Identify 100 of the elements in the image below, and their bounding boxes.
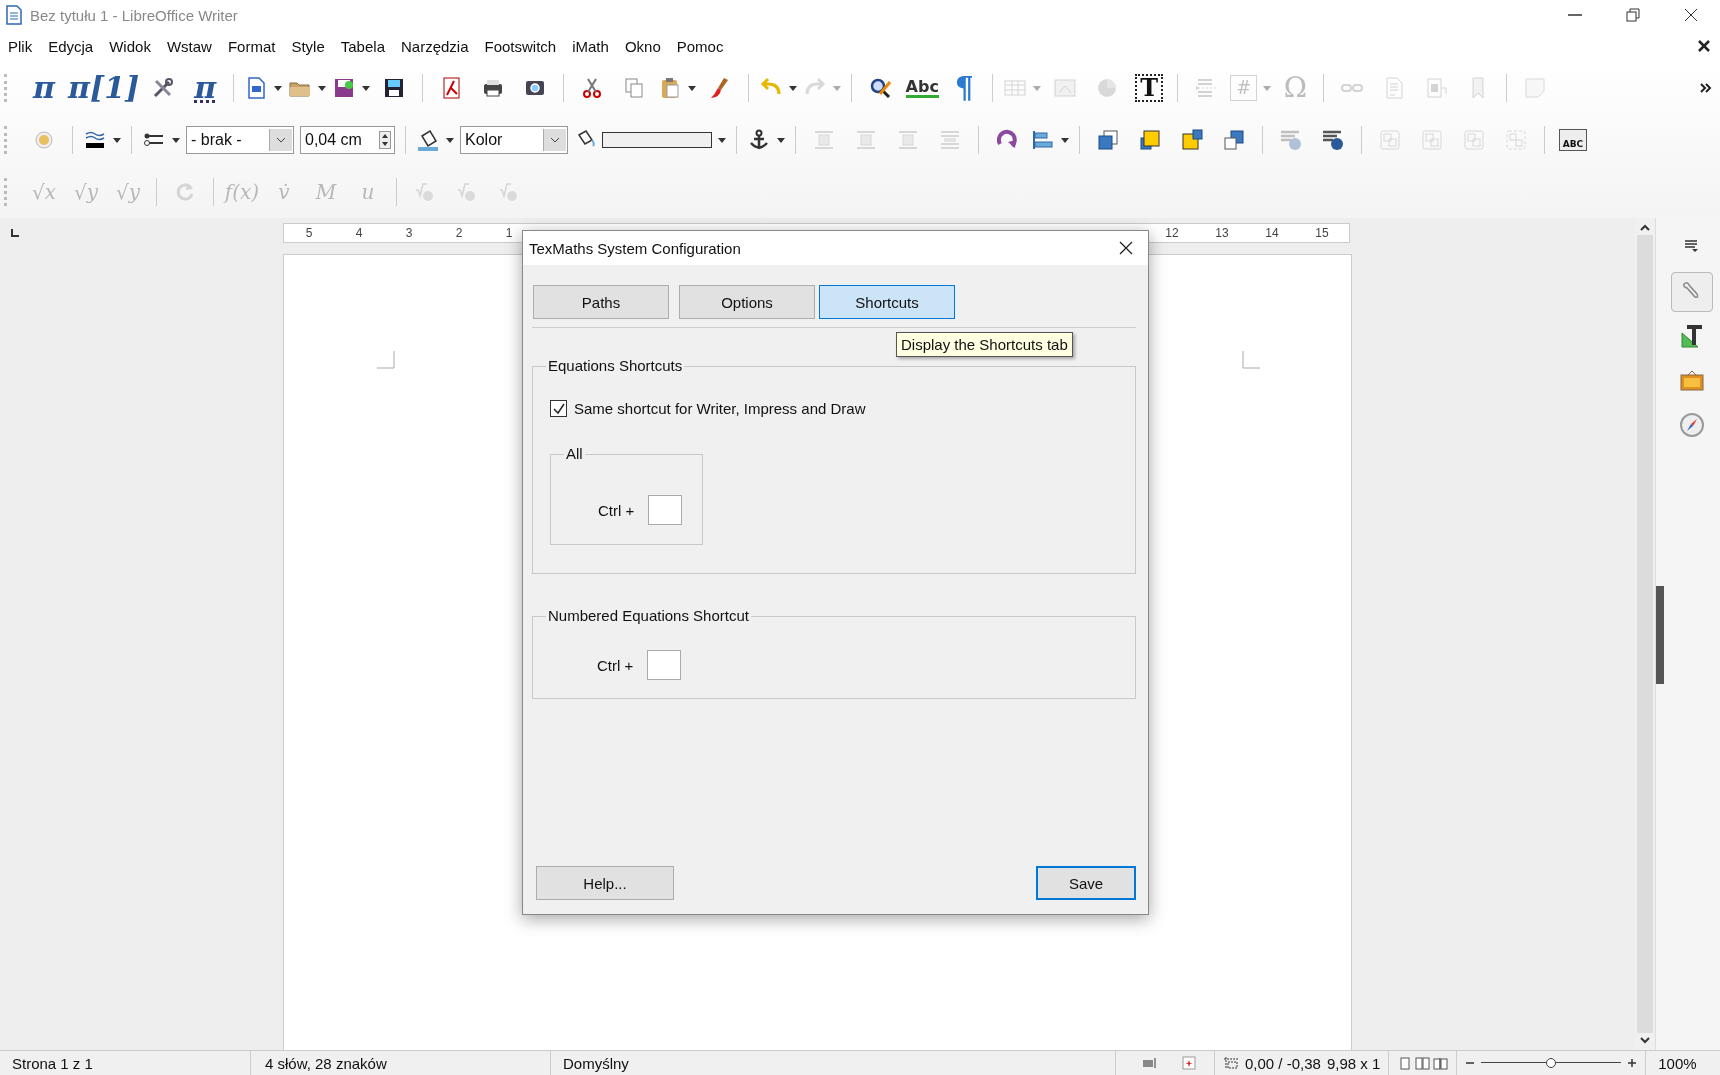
- menu-item[interactable]: iMath: [572, 37, 609, 55]
- checkbox[interactable]: [550, 400, 567, 417]
- corner-mark: [1242, 351, 1260, 369]
- text-wrap-icon: [1279, 128, 1303, 152]
- bring-forward-icon: [1138, 128, 1162, 152]
- toolbar-icon-label: Ω: [1283, 74, 1307, 102]
- multi-page-view-button[interactable]: [1415, 1056, 1431, 1070]
- ruler-number: 15: [1314, 226, 1330, 240]
- toolbar-icon-label: √y: [73, 182, 98, 202]
- caret-icon: [777, 137, 785, 143]
- toolbar-icon-label: π: [33, 73, 55, 103]
- menu-item[interactable]: Format: [227, 37, 276, 55]
- toolbar-icon-label: √y: [115, 182, 140, 202]
- single-page-view-button[interactable]: [1397, 1056, 1413, 1070]
- input-field[interactable]: [648, 495, 683, 525]
- tab[interactable]: Paths: [533, 285, 669, 319]
- zoom-percent: 100%: [1645, 1051, 1705, 1075]
- field-label: Ctrl +: [598, 501, 635, 519]
- close-document-button[interactable]: [1698, 40, 1710, 52]
- chevron-down-icon: [276, 137, 286, 143]
- group-icon: [1378, 128, 1402, 152]
- send-backward-icon: [1180, 128, 1204, 152]
- menu-item[interactable]: Plik: [8, 37, 33, 55]
- toolbar-icon-label: u: [361, 182, 375, 202]
- group-icon: [1420, 128, 1444, 152]
- group-icon: [1462, 128, 1486, 152]
- menu-item[interactable]: Wstaw: [166, 37, 212, 55]
- group-title: Numbered Equations Shortcut: [546, 607, 751, 624]
- magnifier-pencil-icon: [868, 76, 893, 100]
- caret-icon: [274, 85, 283, 91]
- dialog-button[interactable]: Save: [1036, 866, 1136, 900]
- book-view-icon: [1433, 1056, 1449, 1070]
- toolbar-icon-label: ABC: [1558, 129, 1588, 151]
- tooltip: Display the Shortcuts tab: [896, 332, 1073, 357]
- input-field[interactable]: [647, 650, 682, 680]
- wrap-icon: [938, 128, 962, 152]
- zoom-slider[interactable]: [1481, 1057, 1622, 1069]
- document-app-icon: [6, 5, 22, 25]
- compass-icon: [1678, 411, 1706, 439]
- restore-icon: [1625, 7, 1641, 23]
- chevron-down-icon: [550, 137, 560, 143]
- tools-icon: [151, 76, 176, 100]
- zoom-in-icon: [1627, 1058, 1638, 1068]
- tab-stop-icon: [10, 228, 20, 238]
- dropdown-field[interactable]: - brak -: [186, 126, 294, 154]
- menu-item[interactable]: Narzędzia: [400, 37, 469, 55]
- caret-icon: [718, 137, 726, 143]
- caret-icon: [789, 85, 798, 91]
- menu-item[interactable]: Tabela: [340, 37, 385, 55]
- toolbar-icon-label: v̇: [278, 182, 290, 202]
- slider-thumb[interactable]: [1546, 1058, 1557, 1068]
- caret-icon: [318, 85, 327, 91]
- ruler-number: 2: [454, 226, 464, 240]
- tab[interactable]: Shortcuts: [819, 285, 955, 319]
- corner-mark: [377, 351, 395, 369]
- menu-item[interactable]: Footswitch: [484, 37, 557, 55]
- checkbox-label: Same shortcut for Writer, Impress and Draw: [574, 400, 866, 417]
- ruler-number: 12: [1164, 226, 1180, 240]
- more-tools-button[interactable]: [1700, 83, 1712, 93]
- field-label: Ctrl +: [597, 656, 634, 674]
- menu-item[interactable]: Widok: [109, 37, 151, 55]
- wrap-icon: [812, 128, 836, 152]
- wrap-icon: [896, 128, 920, 152]
- group-title: All: [564, 445, 585, 462]
- caret-icon: [1061, 137, 1069, 143]
- menu-item[interactable]: Style: [291, 37, 325, 55]
- scroll-up-icon: [1640, 224, 1650, 231]
- object-size: 9,98 x 1: [1326, 1054, 1381, 1072]
- menu-item[interactable]: Okno: [624, 37, 661, 55]
- align-icon: [1031, 128, 1055, 152]
- send-to-back-icon: [1222, 128, 1246, 152]
- menu-item[interactable]: Pomoc: [676, 37, 724, 55]
- page-style: Domyślny: [551, 1051, 1116, 1075]
- toolbar-button[interactable]: ¶: [946, 70, 983, 106]
- ruler-number: 13: [1214, 226, 1230, 240]
- bring-to-front-icon: [1096, 128, 1120, 152]
- close-icon: [1698, 40, 1710, 52]
- dropdown-field[interactable]: Kolor: [460, 126, 568, 154]
- sidebar-handle[interactable]: [1656, 586, 1664, 684]
- document-modified-icon: [1182, 1056, 1196, 1070]
- checkmark-icon: [552, 402, 565, 415]
- toolbar-button[interactable]: ABC: [1555, 122, 1591, 158]
- book-view-button[interactable]: [1433, 1056, 1449, 1070]
- page-count: Strona 1 z 1: [0, 1051, 251, 1075]
- close-icon: [1683, 7, 1699, 23]
- toolbar-button[interactable]: Abc: [904, 70, 941, 106]
- toolbar-button[interactable]: π: [187, 70, 224, 106]
- toolbar-icon-label: π: [194, 73, 217, 103]
- menu-item[interactable]: Edycja: [48, 37, 94, 55]
- wrench-button[interactable]: [1671, 272, 1713, 312]
- caret-icon: [1263, 85, 1272, 91]
- spin-field[interactable]: 0,04 cm: [300, 126, 395, 154]
- text-wrap-icon: [1321, 128, 1345, 152]
- tab[interactable]: Options: [679, 285, 815, 319]
- ruler-number: 1: [504, 226, 514, 240]
- dialog-button[interactable]: Help...: [536, 866, 674, 900]
- single-page-view-icon: [1397, 1056, 1413, 1070]
- toolbar-icon-label: M: [315, 182, 337, 202]
- position-icon: [1223, 1056, 1239, 1070]
- toolbar-button[interactable]: π: [26, 70, 62, 106]
